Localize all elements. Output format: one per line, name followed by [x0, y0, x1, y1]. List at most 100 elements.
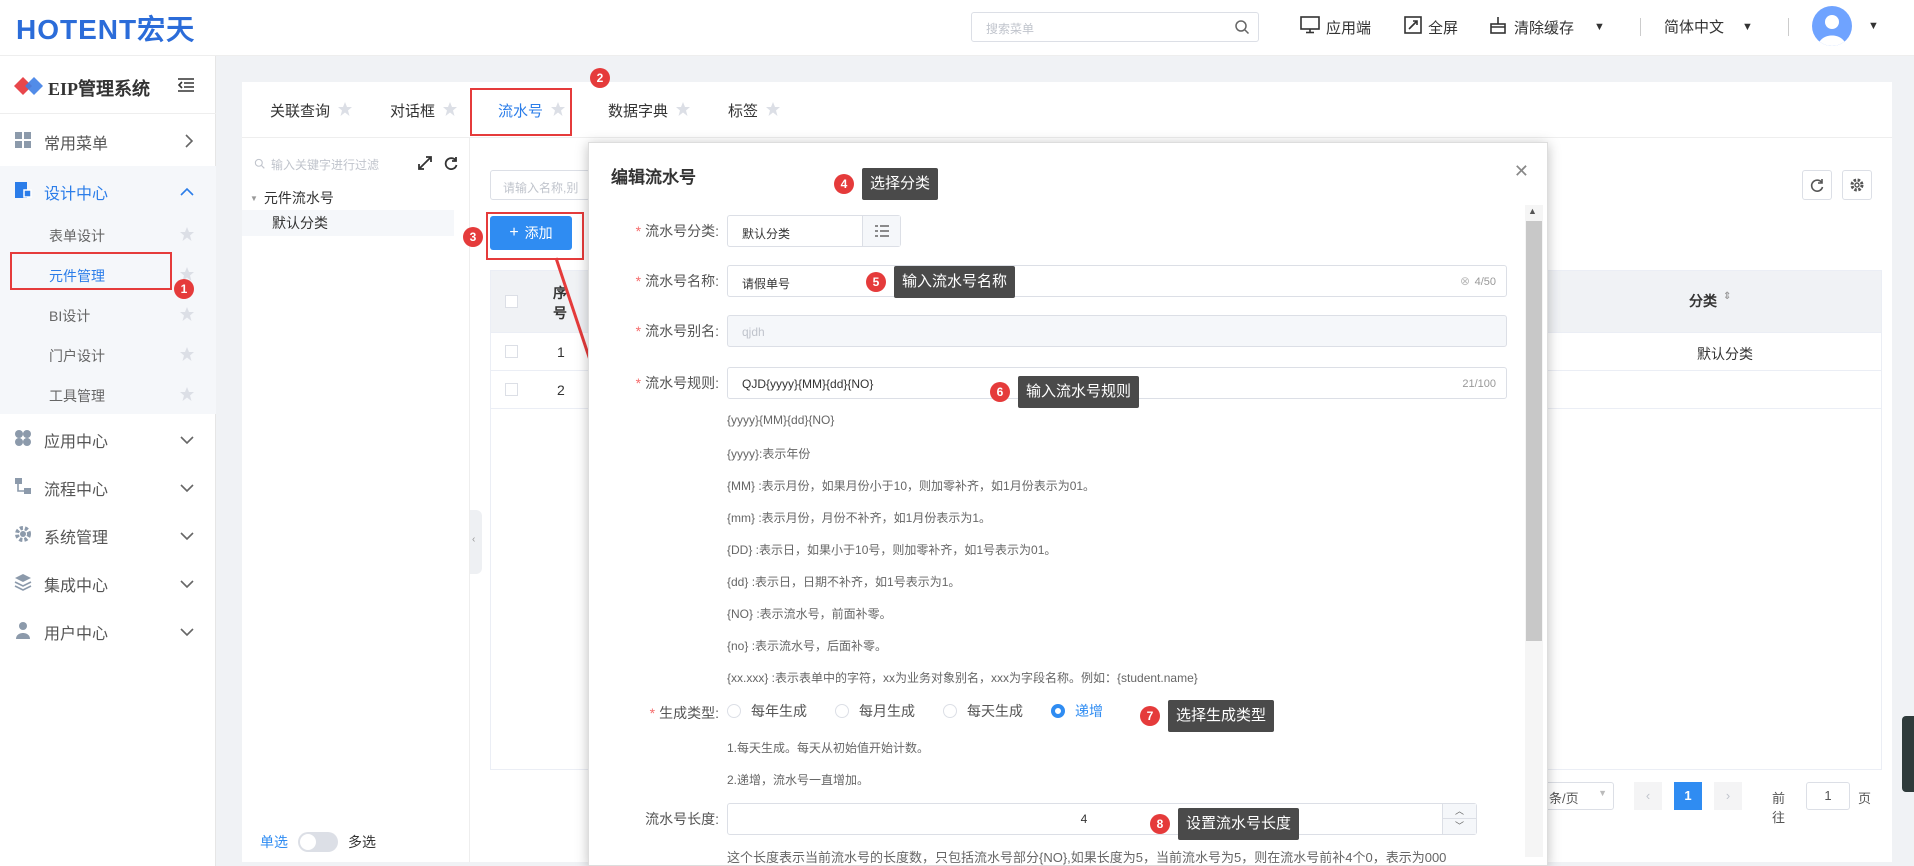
row-checkbox[interactable] [505, 345, 518, 358]
menu-app-center[interactable]: 应用中心 [0, 414, 216, 462]
radio-monthly[interactable]: 每月生成 [835, 701, 915, 721]
star-icon[interactable] [338, 101, 353, 120]
radio-incremental[interactable]: 递增 [1051, 701, 1103, 721]
header-category[interactable]: 分类 ⇕ [1689, 291, 1731, 311]
help-line: {yyyy}{MM}{dd}{NO} [727, 413, 835, 427]
dialog-scrollbar[interactable]: ▲ [1525, 205, 1543, 857]
annotation-badge-7: 7 [1140, 706, 1160, 726]
tab-relation-query[interactable]: 关联查询 [270, 100, 353, 121]
sub-item-portal-design[interactable]: 门户设计 [0, 334, 216, 374]
increment-icon[interactable]: ︿ [1442, 804, 1476, 819]
annotation-badge-3: 3 [463, 227, 483, 247]
chevron-down-icon [180, 432, 194, 448]
clear-cache-button[interactable]: 清除缓存 ▼ [1488, 16, 1605, 38]
client-button[interactable]: 应用端 [1300, 16, 1371, 38]
top-bar: HOTENT宏天 搜索菜单 应用端 全屏 清除缓存 ▼ 简体中文 ▼ ▼ [0, 0, 1914, 56]
sub-item-form-design[interactable]: 表单设计 [0, 214, 216, 254]
menu-label: 用户中心 [44, 626, 109, 643]
menu-design-center[interactable]: 设计中心 [0, 166, 216, 214]
sub-item-bi-design[interactable]: BI设计 [0, 294, 216, 334]
tab-data-dictionary[interactable]: 数据字典 [608, 100, 691, 121]
list-search-input[interactable]: 请输入名称,别 [490, 170, 590, 200]
name-count: 4/50 [1474, 276, 1496, 288]
radio-label: 每年生成 [751, 703, 807, 719]
mode-switch[interactable] [298, 832, 338, 852]
radio-circle [835, 704, 849, 718]
rule-count: 21/100 [1462, 378, 1496, 390]
tree-node-label: 默认分类 [272, 215, 328, 231]
name-field[interactable]: 请假单号 ⊗ 4/50 [727, 265, 1507, 297]
decrement-icon[interactable]: ﹀ [1442, 819, 1476, 834]
length-stepper[interactable]: 4 ︿ ﹀ [727, 803, 1477, 835]
clear-icon[interactable]: ⊗ [1460, 274, 1470, 288]
language-select[interactable]: 简体中文 ▼ [1664, 16, 1753, 37]
selection-mode-toggle[interactable]: 单选 多选 [260, 832, 376, 852]
monitor-icon [1300, 16, 1320, 38]
help-line: {no} :表示流水号，后面补零。 [727, 639, 888, 653]
star-icon[interactable] [180, 347, 194, 364]
menu-common[interactable]: 常用菜单 [0, 116, 216, 164]
radio-yearly[interactable]: 每年生成 [727, 701, 807, 721]
gen-type-radio-group: 每年生成 每月生成 每天生成 递增 [727, 701, 1103, 721]
name-value: 请假单号 [742, 277, 791, 291]
column-settings-button[interactable] [1842, 170, 1872, 200]
star-icon[interactable] [676, 101, 691, 120]
category-field[interactable]: 默认分类 [727, 215, 901, 247]
user-caret-down-icon[interactable]: ▼ [1868, 20, 1879, 32]
prev-page-button[interactable]: ‹ [1634, 782, 1662, 810]
scroll-up-icon[interactable]: ▲ [1528, 206, 1537, 216]
page-size-select[interactable]: 条/页 ▼ [1542, 782, 1614, 810]
fullscreen-icon [1404, 16, 1422, 38]
menu-search-input[interactable]: 搜索菜单 [971, 12, 1259, 42]
collapse-pane-handle[interactable]: ‹ [470, 510, 482, 574]
menu-integration-center[interactable]: 集成中心 [0, 558, 216, 606]
annotation-badge-6: 6 [990, 382, 1010, 402]
length-value: 4 [1080, 812, 1088, 826]
tree-node-default[interactable]: 默认分类 [242, 210, 454, 236]
menu-user-center[interactable]: 用户中心 [0, 606, 216, 654]
fullscreen-button[interactable]: 全屏 [1404, 16, 1458, 38]
expand-icon[interactable] [418, 156, 432, 173]
star-icon[interactable] [766, 101, 781, 120]
tab-tag[interactable]: 标签 [728, 100, 781, 121]
page-1-button[interactable]: 1 [1674, 782, 1702, 810]
help-line: {mm} :表示月份，月份不补齐，如1月份表示为1。 [727, 511, 992, 525]
user-icon [14, 621, 32, 642]
page-size-label: 条/页 [1549, 791, 1579, 806]
refresh-icon[interactable] [444, 156, 458, 173]
annotation-box-3 [486, 212, 584, 260]
next-page-button[interactable]: › [1714, 782, 1742, 810]
select-all-checkbox[interactable] [505, 295, 518, 308]
search-icon[interactable] [1234, 19, 1250, 38]
search-icon [254, 158, 265, 172]
row-checkbox[interactable] [505, 383, 518, 396]
edit-serial-number-dialog: 编辑流水号 ✕ * 流水号分类: 默认分类 * 流水号名称: 请假单号 ⊗ 4/50… [588, 142, 1548, 866]
scrollbar-thumb[interactable] [1526, 221, 1542, 641]
star-icon[interactable] [180, 227, 194, 244]
star-icon[interactable] [443, 101, 458, 120]
radio-circle [727, 704, 741, 718]
menu-process-center[interactable]: 流程中心 [0, 462, 216, 510]
menu-system-management[interactable]: 系统管理 [0, 510, 216, 558]
sub-item-tool-management[interactable]: 工具管理 [0, 374, 216, 414]
tab-dialog[interactable]: 对话框 [390, 100, 458, 121]
radio-daily[interactable]: 每天生成 [943, 701, 1023, 721]
category-label: * 流水号分类: [635, 223, 719, 239]
star-icon[interactable] [180, 307, 194, 324]
tree-node-root[interactable]: ▼ 元件流水号 [250, 186, 454, 210]
radio-label: 递增 [1075, 703, 1103, 719]
tree-pane: 输入关键字进行过滤 ▼ 元件流水号 默认分类 ‹ [242, 138, 482, 862]
star-icon[interactable] [180, 387, 194, 404]
tree-filter-input[interactable]: 输入关键字进行过滤 [254, 156, 379, 173]
help-line: {yyyy}:表示年份 [727, 447, 811, 461]
list-select-icon[interactable] [862, 216, 900, 246]
side-tool-widget[interactable] [1902, 716, 1914, 792]
goto-page-input[interactable]: 1 [1806, 782, 1850, 810]
avatar[interactable] [1812, 6, 1852, 46]
refresh-list-button[interactable] [1802, 170, 1832, 200]
rule-value: QJD{yyyy}{MM}{dd}{NO} [742, 377, 874, 391]
help-line: {xx.xxx} :表示表单中的字符，xx为业务对象别名，xxx为字段名称。例如… [727, 671, 1198, 685]
close-icon[interactable]: ✕ [1514, 161, 1529, 182]
sub-item-label: 门户设计 [49, 348, 105, 364]
collapse-menu-icon[interactable] [177, 78, 194, 95]
